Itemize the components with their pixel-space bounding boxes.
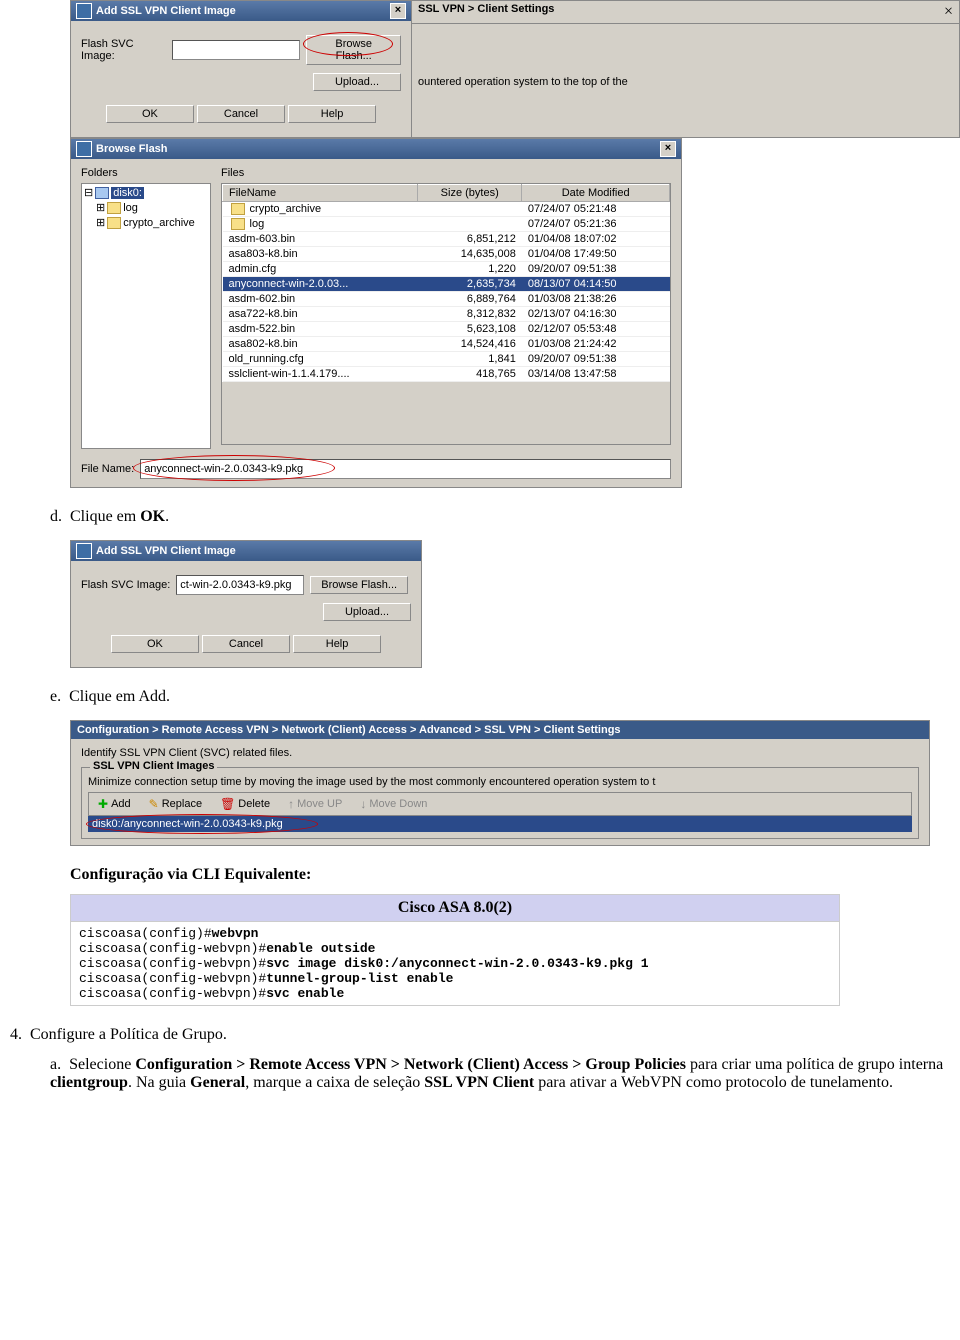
app-icon (76, 543, 92, 559)
file-table[interactable]: FileName Size (bytes) Date Modified cryp… (222, 184, 670, 382)
step-4: 4. Configure a Política de Grupo. (10, 1026, 960, 1044)
help-button[interactable]: Help (293, 635, 381, 653)
col-filename[interactable]: FileName (223, 185, 418, 202)
upload-button[interactable]: Upload... (313, 73, 401, 91)
filename-label: File Name: (81, 463, 134, 475)
table-row[interactable]: asdm-602.bin6,889,76401/03/08 21:38:26 (223, 292, 670, 307)
image-row[interactable]: disk0:/anyconnect-win-2.0.0343-k9.pkg (88, 816, 912, 832)
ok-button[interactable]: OK (111, 635, 199, 653)
table-row[interactable]: sslclient-win-1.1.4.179....418,76503/14/… (223, 367, 670, 382)
side-hint: ountered operation system to the top of … (412, 24, 959, 90)
col-size[interactable]: Size (bytes) (418, 185, 522, 202)
title-text: Add SSL VPN Client Image (96, 5, 236, 17)
cli-table: Cisco ASA 8.0(2) ciscoasa(config)#webvpn… (70, 894, 840, 1006)
identify-text: Identify SSL VPN Client (SVC) related fi… (71, 739, 929, 761)
upload-button[interactable]: Upload... (323, 603, 411, 621)
browse-flash-button[interactable]: Browse Flash... (306, 35, 401, 65)
flash-label: Flash SVC Image: (81, 38, 166, 62)
hint-text: Minimize connection setup time by moving… (88, 776, 912, 788)
table-row[interactable]: admin.cfg1,22009/20/07 09:51:38 (223, 262, 670, 277)
table-row[interactable]: asdm-522.bin5,623,10802/12/07 05:53:48 (223, 322, 670, 337)
dialog-title: Add SSL VPN Client Image × (71, 1, 411, 21)
ok-button[interactable]: OK (106, 105, 194, 123)
table-row[interactable]: crypto_archive07/24/07 05:21:48 (223, 202, 670, 217)
movedown-button: ↓Move Down (353, 795, 434, 813)
config-breadcrumb: Configuration > Remote Access VPN > Netw… (71, 721, 929, 739)
tree-root[interactable]: disk0: (111, 187, 144, 199)
table-row[interactable]: old_running.cfg1,84109/20/07 09:51:38 (223, 352, 670, 367)
step-d: d. Clique em OK. (50, 508, 960, 526)
cli-body: ciscoasa(config)#webvpn ciscoasa(config-… (79, 926, 831, 1001)
tree-item[interactable]: log (123, 202, 138, 214)
flash-label: Flash SVC Image: (81, 579, 170, 591)
help-button[interactable]: Help (288, 105, 376, 123)
flash-svc-input[interactable] (172, 40, 300, 60)
moveup-button: ↑Move UP (281, 795, 349, 813)
flash-svc-input[interactable] (176, 575, 304, 595)
col-date[interactable]: Date Modified (522, 185, 670, 202)
files-label: Files (221, 167, 671, 179)
dialog-title: Add SSL VPN Client Image (71, 541, 421, 561)
browse-flash-button[interactable]: Browse Flash... (310, 576, 408, 594)
step-4a: a. Selecione Configuration > Remote Acce… (50, 1056, 956, 1092)
table-row[interactable]: asa802-k8.bin14,524,41601/03/08 21:24:42 (223, 337, 670, 352)
folder-tree[interactable]: ⊟disk0: ⊞log ⊞crypto_archive (81, 183, 211, 449)
tree-item[interactable]: crypto_archive (123, 217, 195, 229)
app-icon (76, 141, 92, 157)
step-e: e. Clique em Add. (50, 688, 960, 706)
browse-title: Browse Flash × (71, 139, 681, 159)
table-row[interactable]: asa803-k8.bin14,635,00801/04/08 17:49:50 (223, 247, 670, 262)
groupbox-label: SSL VPN Client Images (90, 760, 217, 772)
filename-input[interactable] (140, 459, 671, 479)
table-row[interactable]: asdm-603.bin6,851,21201/04/08 18:07:02 (223, 232, 670, 247)
cancel-button[interactable]: Cancel (197, 105, 285, 123)
close-icon[interactable]: × (390, 3, 406, 19)
close-icon[interactable]: × (944, 3, 953, 21)
add-button[interactable]: ✚Add (91, 795, 138, 813)
side-breadcrumb: SSL VPN > Client Settings (418, 3, 554, 21)
cli-title: Cisco ASA 8.0(2) (71, 895, 840, 922)
app-icon (76, 3, 92, 19)
table-row[interactable]: asa722-k8.bin8,312,83202/13/07 04:16:30 (223, 307, 670, 322)
close-icon[interactable]: × (660, 141, 676, 157)
table-row[interactable]: log07/24/07 05:21:36 (223, 217, 670, 232)
delete-button[interactable]: 🗑Delete (213, 795, 277, 813)
table-row[interactable]: anyconnect-win-2.0.03...2,635,73408/13/0… (223, 277, 670, 292)
cancel-button[interactable]: Cancel (202, 635, 290, 653)
folders-label: Folders (81, 167, 211, 179)
cli-heading: Configuração via CLI Equivalente: (70, 866, 960, 884)
replace-button[interactable]: ✎Replace (142, 795, 209, 813)
